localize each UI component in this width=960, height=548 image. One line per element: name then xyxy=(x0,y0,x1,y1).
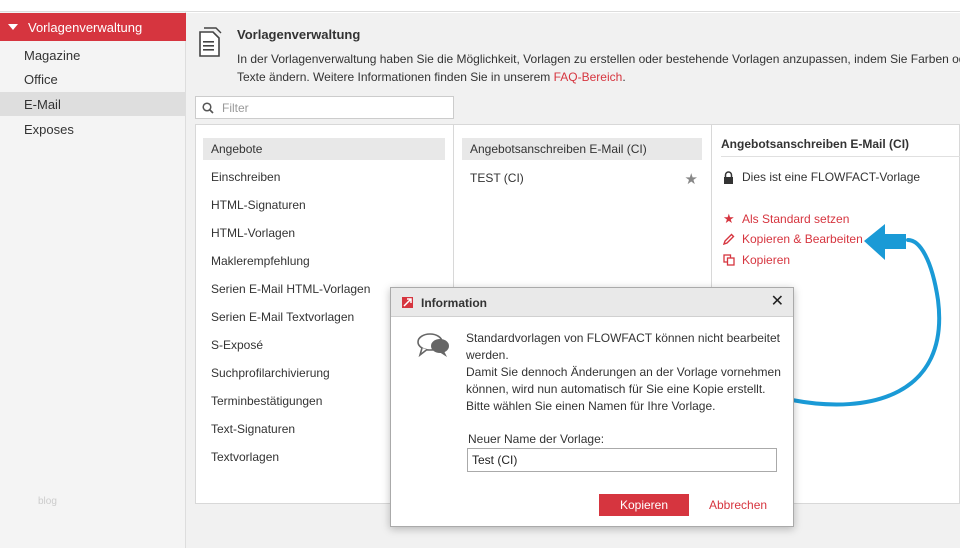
sidebar-item-label: Magazine xyxy=(24,47,81,63)
category-label: Text-Signaturen xyxy=(211,422,296,436)
category-label: Einschreiben xyxy=(211,170,281,184)
description-end: . xyxy=(622,70,626,84)
dialog-message-line: Bitte wählen Sie einen Namen für Ihre Vo… xyxy=(466,399,716,413)
document-icon xyxy=(199,27,222,57)
page-title: Vorlagenverwaltung xyxy=(237,27,361,42)
kopieren-button[interactable]: Kopieren xyxy=(599,494,689,516)
sidebar-header-label: Vorlagenverwaltung xyxy=(28,19,143,35)
category-angebote[interactable]: Angebote xyxy=(203,138,445,160)
page-description: In der Vorlagenverwaltung haben Sie die … xyxy=(237,50,960,86)
sidebar-item-label: Exposes xyxy=(24,121,74,137)
template-group-label: Angebotsanschreiben E-Mail (CI) xyxy=(470,142,647,156)
sidebar-item-label: Office xyxy=(24,71,58,87)
dialog-message-line: werden. xyxy=(466,348,509,362)
category-html-vorlagen[interactable]: HTML-Vorlagen xyxy=(203,222,445,244)
category-label: Serien E-Mail HTML-Vorlagen xyxy=(211,282,371,296)
copy-icon xyxy=(723,254,735,266)
category-label: HTML-Vorlagen xyxy=(211,226,296,240)
top-strip xyxy=(186,0,960,12)
filter-box[interactable] xyxy=(195,96,454,119)
abbrechen-button[interactable]: Abbrechen xyxy=(703,494,773,516)
dialog-message-line: können, wird nun automatisch für Sie ein… xyxy=(466,382,766,396)
category-label: S-Exposé xyxy=(211,338,264,352)
dialog-message: Standardvorlagen von FLOWFACT können nic… xyxy=(466,330,786,415)
category-einschreiben[interactable]: Einschreiben xyxy=(203,166,445,188)
category-label: Angebote xyxy=(211,142,263,156)
dialog-message-line: Damit Sie dennoch Änderungen an der Vorl… xyxy=(466,365,781,379)
description-line-2: Texte ändern. Weitere Informationen find… xyxy=(237,70,554,84)
sidebar-item-magazine[interactable]: Magazine xyxy=(0,43,186,67)
sidebar-item-office[interactable]: Office xyxy=(0,67,186,91)
category-html-signaturen[interactable]: HTML-Signaturen xyxy=(203,194,445,216)
caret-down-icon xyxy=(8,24,18,30)
category-label: Suchprofilarchivierung xyxy=(211,366,330,380)
annotation-arrow-icon xyxy=(790,224,942,407)
filter-input[interactable] xyxy=(220,99,440,116)
description-line-1: In der Vorlagenverwaltung haben Sie die … xyxy=(237,52,960,66)
pencil-icon xyxy=(723,233,735,245)
template-item-label: TEST (CI) xyxy=(470,171,524,185)
sidebar-item-email[interactable]: E-Mail xyxy=(0,92,186,116)
sidebar-header-vorlagenverwaltung[interactable]: Vorlagenverwaltung xyxy=(0,13,186,41)
information-dialog: Information ✕ Standardvorlagen von FLOWF… xyxy=(390,287,794,527)
faq-link[interactable]: FAQ-Bereich xyxy=(554,70,623,84)
sidebar-item-exposes[interactable]: Exposes xyxy=(0,117,186,141)
category-maklerempfehlung[interactable]: Maklerempfehlung xyxy=(203,250,445,272)
category-label: Serien E-Mail Textvorlagen xyxy=(211,310,355,324)
close-icon[interactable]: ✕ xyxy=(771,293,784,311)
template-name-input[interactable] xyxy=(467,448,777,472)
category-label: HTML-Signaturen xyxy=(211,198,306,212)
sidebar: Vorlagenverwaltung Magazine Office E-Mai… xyxy=(0,0,186,548)
lock-icon xyxy=(724,170,733,184)
category-label: Terminbestätigungen xyxy=(211,394,323,408)
dialog-title: Information xyxy=(421,296,487,310)
detail-title: Angebotsanschreiben E-Mail (CI) xyxy=(721,137,910,151)
sidebar-item-label: E-Mail xyxy=(24,96,61,112)
detail-divider xyxy=(721,156,960,157)
template-item-test-ci[interactable]: TEST (CI) ★ xyxy=(462,167,702,189)
sidebar-top-strip xyxy=(0,0,186,12)
star-icon: ★ xyxy=(723,211,735,226)
chat-bubbles-icon xyxy=(417,333,449,358)
lock-text: Dies ist eine FLOWFACT-Vorlage xyxy=(742,170,921,184)
watermark-text: blog xyxy=(38,496,57,507)
category-label: Maklerempfehlung xyxy=(211,254,310,268)
dialog-message-line: Standardvorlagen von FLOWFACT können nic… xyxy=(466,331,780,345)
app-logo-icon xyxy=(402,297,413,308)
detail-lock-info: Dies ist eine FLOWFACT-Vorlage xyxy=(723,170,920,184)
template-group-header[interactable]: Angebotsanschreiben E-Mail (CI) xyxy=(462,138,702,160)
category-label: Textvorlagen xyxy=(211,450,280,464)
dialog-header: Information ✕ xyxy=(391,288,793,317)
template-name-label: Neuer Name der Vorlage: xyxy=(468,432,605,446)
search-icon xyxy=(202,101,214,114)
star-icon[interactable]: ★ xyxy=(685,170,698,188)
